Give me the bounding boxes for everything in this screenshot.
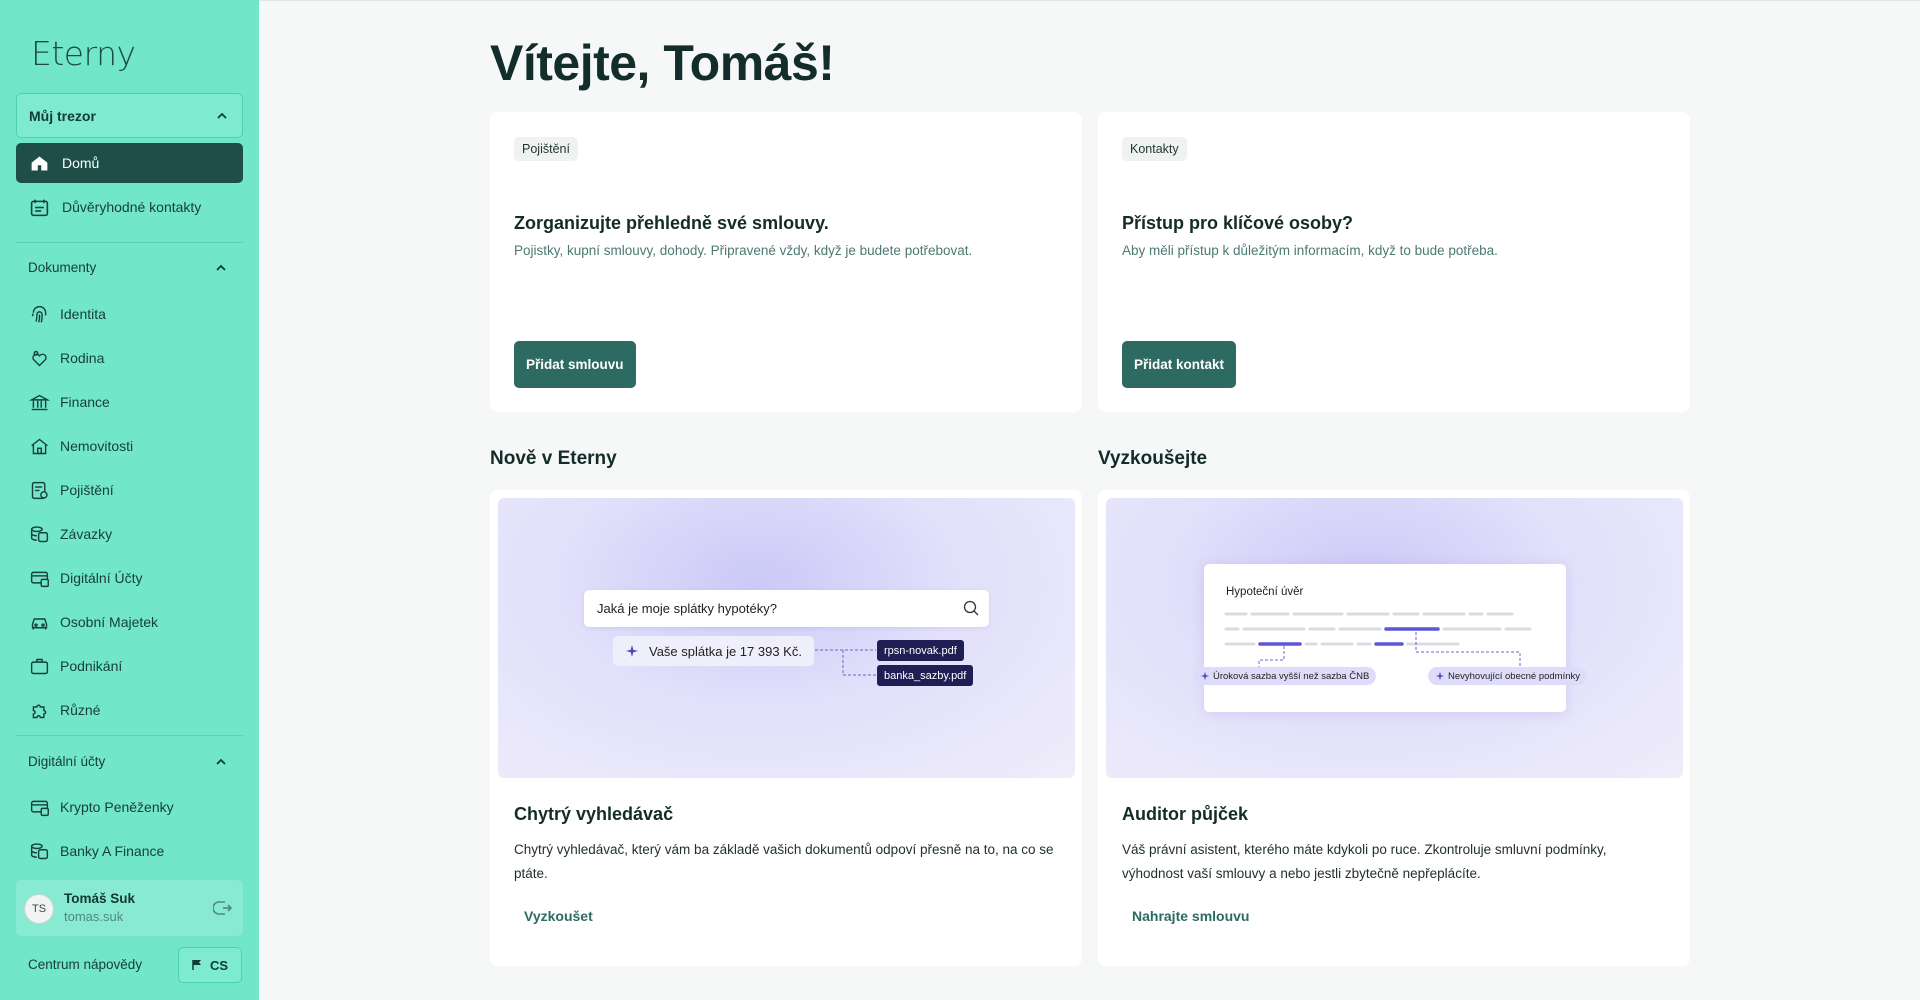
bank-icon (28, 391, 50, 413)
digital-account-icon (28, 567, 50, 589)
sidebar-item-label: Závazky (60, 526, 113, 542)
try-section-title: Vyzkoušejte (1098, 448, 1208, 469)
sidebar-item-label: Různé (60, 702, 101, 718)
car-icon (28, 611, 50, 633)
insurance-card: Pojištění Zorganizujte přehledně své sml… (490, 112, 1082, 412)
puzzle-icon (28, 699, 50, 721)
digital-section-title[interactable]: Digitální účty (28, 754, 105, 769)
contacts-card: Kontakty Přístup pro klíčové osoby? Aby … (1098, 112, 1690, 412)
vault-label: Můj trezor (29, 107, 96, 124)
divider (16, 242, 243, 243)
sparkle-icon (1200, 671, 1210, 681)
sidebar-item-label: Banky A Finance (60, 843, 165, 859)
user-profile[interactable]: TS Tomáš Suk tomas.suk (16, 880, 243, 936)
vault-selector[interactable]: Můj trezor (16, 93, 243, 138)
sidebar-item-real-estate[interactable]: Nemovitosti (16, 426, 243, 466)
sidebar-item-label: Podnikání (60, 658, 123, 674)
documents-section-title[interactable]: Dokumenty (28, 260, 96, 275)
card-description: Aby měli přístup k důležitým informacím,… (1122, 243, 1498, 258)
card-title: Zorganizujte přehledně své smlouvy. (514, 213, 829, 233)
try-link[interactable]: Vyzkoušet (524, 908, 593, 924)
answer-text: Vaše splátka je 17 393 Kč. (649, 643, 802, 659)
loan-auditor-card: Hypoteční úvěr Úroková sazba vyšší než s… (1098, 490, 1690, 966)
briefcase-icon (28, 655, 50, 677)
coins-icon (28, 840, 50, 862)
sidebar: Eterny Můj trezor Domů Důvěryhodné konta… (0, 0, 259, 1000)
add-contact-button[interactable]: Přidat kontakt (1122, 341, 1237, 388)
feature-title: Chytrý vyhledávač (514, 804, 674, 824)
user-handle: tomas.suk (64, 909, 124, 924)
tag-label: Nevyhovující obecné podmínky (1448, 670, 1581, 682)
feature-description: Váš právní asistent, kterého máte kdykol… (1122, 842, 1607, 881)
app-logo[interactable]: Eterny (31, 34, 136, 73)
document-lines (1224, 612, 1532, 670)
illustration-answer: Vaše splátka je 17 393 Kč. (613, 636, 814, 666)
illustration-document: Hypoteční úvěr (1204, 564, 1566, 712)
upload-contract-link[interactable]: Nahrajte smlouvu (1132, 908, 1249, 924)
sparkle-icon (1435, 671, 1445, 681)
logout-icon[interactable] (212, 898, 233, 918)
sidebar-item-liabilities[interactable]: Závazky (16, 514, 243, 554)
file-chip: rpsn-novak.pdf (877, 640, 964, 661)
sidebar-item-home[interactable]: Domů (16, 143, 243, 183)
file-chip: banka_sazby.pdf (877, 665, 974, 686)
house-icon (28, 435, 50, 457)
add-contract-button[interactable]: Přidat smlouvu (514, 341, 636, 388)
chevron-up-icon[interactable] (213, 260, 229, 276)
coins-icon (28, 523, 50, 545)
smart-search-illustration: Jaká je moje splátky hypotéky? Vaše splá… (498, 498, 1075, 778)
sidebar-item-label: Digitální Účty (60, 570, 143, 586)
sidebar-item-label: Nemovitosti (60, 438, 134, 454)
language-selector[interactable]: CS (178, 947, 242, 983)
sidebar-item-identity[interactable]: Identita (16, 294, 243, 334)
divider (16, 735, 243, 736)
issue-tag: Úroková sazba vyšší než sazba ČNB (1193, 667, 1377, 685)
sidebar-item-trusted-contacts[interactable]: Důvěryhodné kontakty (16, 187, 243, 227)
feature-description: Chytrý vyhledávač, který vám ba základě … (514, 842, 1054, 881)
sidebar-item-digital-accounts[interactable]: Digitální Účty (16, 558, 243, 598)
wallet-icon (28, 796, 50, 818)
issue-tag: Nevyhovující obecné podmínky (1428, 667, 1588, 685)
chevron-up-icon (214, 108, 230, 124)
sidebar-item-insurance[interactable]: Pojištění (16, 470, 243, 510)
help-center-link[interactable]: Centrum nápovědy (28, 957, 142, 972)
sparkle-icon (626, 645, 638, 657)
insurance-icon (28, 479, 50, 501)
sidebar-item-banks[interactable]: Banky A Finance (16, 831, 243, 871)
new-section-title: Nově v Eterny (490, 448, 617, 469)
card-badge: Pojištění (514, 137, 578, 161)
family-icon (28, 347, 50, 369)
language-code: CS (209, 957, 229, 973)
home-icon (28, 152, 50, 174)
card-description: Pojistky, kupní smlouvy, dohody. Připrav… (514, 243, 973, 258)
sidebar-item-label: Krypto Peněženky (60, 799, 174, 815)
smart-search-card: Jaká je moje splátky hypotéky? Vaše splá… (490, 490, 1082, 966)
page-title: Vítejte, Tomáš! (490, 35, 835, 91)
sidebar-item-label: Pojištění (60, 482, 114, 498)
sidebar-item-label: Osobní Majetek (60, 614, 159, 630)
avatar: TS (24, 894, 54, 924)
card-title: Přístup pro klíčové osoby? (1122, 213, 1354, 233)
sidebar-item-crypto-wallets[interactable]: Krypto Peněženky (16, 787, 243, 827)
sidebar-item-label: Důvěryhodné kontakty (62, 199, 202, 215)
sidebar-item-personal-property[interactable]: Osobní Majetek (16, 602, 243, 642)
sidebar-item-label: Identita (60, 306, 106, 322)
tag-label: Úroková sazba vyšší než sazba ČNB (1213, 670, 1370, 682)
sidebar-item-misc[interactable]: Různé (16, 690, 243, 730)
top-divider (259, 0, 1920, 1)
flag-icon (192, 960, 201, 970)
chevron-up-icon[interactable] (213, 754, 229, 770)
feature-title: Auditor půjček (1122, 804, 1249, 824)
user-name: Tomáš Suk (64, 891, 136, 906)
contacts-icon (28, 196, 50, 218)
sidebar-item-label: Rodina (60, 350, 105, 366)
sidebar-item-label: Domů (62, 155, 100, 171)
card-badge: Kontakty (1122, 137, 1187, 161)
sidebar-item-finance[interactable]: Finance (16, 382, 243, 422)
sidebar-item-family[interactable]: Rodina (16, 338, 243, 378)
sidebar-item-label: Finance (60, 394, 110, 410)
loan-auditor-illustration: Hypoteční úvěr Úroková sazba vyšší než s… (1106, 498, 1683, 778)
sidebar-item-business[interactable]: Podnikání (16, 646, 243, 686)
fingerprint-icon (28, 303, 50, 325)
